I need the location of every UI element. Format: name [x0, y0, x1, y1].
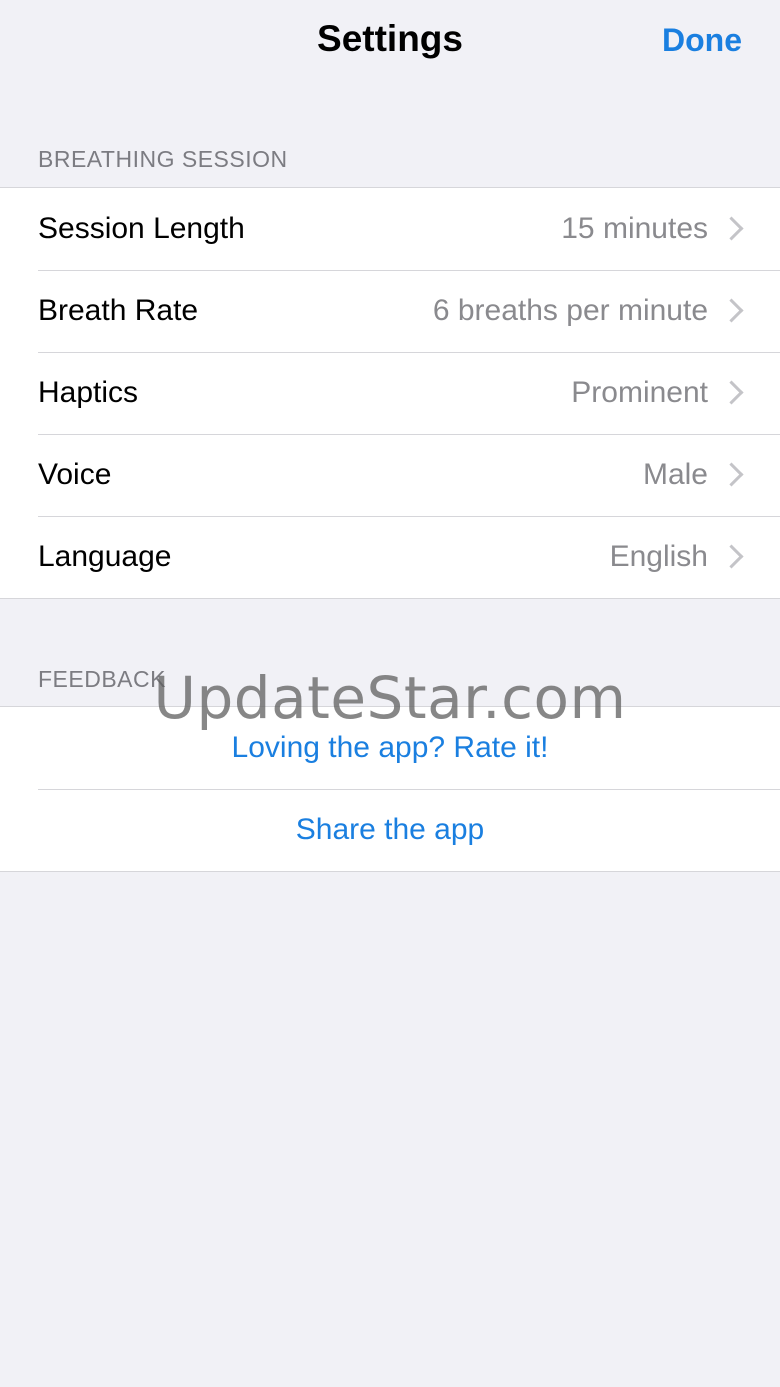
row-label: Haptics [38, 376, 139, 409]
rate-app-button[interactable]: Loving the app? Rate it! [0, 707, 780, 789]
breathing-session-group: Session Length 15 minutes Breath Rate 6 … [0, 187, 780, 599]
done-button[interactable]: Done [662, 22, 742, 59]
navigation-bar: Settings Done [0, 0, 780, 84]
chevron-right-icon [719, 462, 744, 487]
feedback-group: Loving the app? Rate it! Share the app [0, 706, 780, 872]
breath-rate-row[interactable]: Breath Rate 6 breaths per minute [0, 270, 780, 352]
row-label: Session Length [38, 212, 245, 245]
row-label: Voice [38, 458, 112, 491]
language-row[interactable]: Language English [0, 516, 780, 598]
section-header-feedback: FEEDBACK [38, 666, 166, 692]
session-length-row[interactable]: Session Length 15 minutes [0, 188, 780, 270]
voice-row[interactable]: Voice Male [0, 434, 780, 516]
row-label: Language [38, 540, 172, 573]
row-value: 6 breaths per minute [432, 294, 708, 327]
section-header-breathing-session: BREATHING SESSION [38, 146, 288, 172]
row-label: Breath Rate [38, 294, 199, 327]
row-value: Male [642, 458, 708, 491]
haptics-row[interactable]: Haptics Prominent [0, 352, 780, 434]
share-app-label: Share the app [295, 813, 485, 846]
row-value: Prominent [571, 376, 708, 409]
share-app-button[interactable]: Share the app [0, 789, 780, 871]
row-value: 15 minutes [561, 212, 708, 245]
chevron-right-icon [719, 544, 744, 569]
chevron-right-icon [719, 216, 744, 241]
chevron-right-icon [719, 380, 744, 405]
row-value: English [609, 540, 708, 573]
rate-app-label: Loving the app? Rate it! [231, 731, 549, 764]
chevron-right-icon [719, 298, 744, 323]
